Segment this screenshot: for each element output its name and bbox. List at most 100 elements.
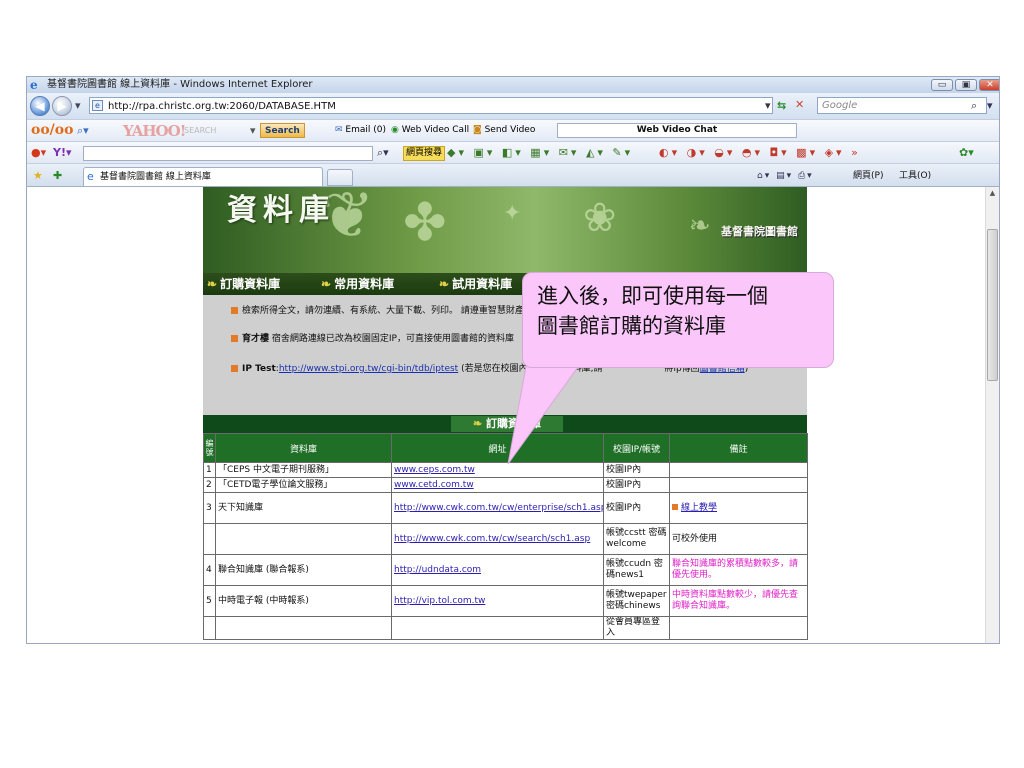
toolbar-logo-icon[interactable]: ●▾	[31, 145, 46, 161]
search-dropdown-icon[interactable]: ▾	[987, 98, 993, 114]
library-name: 基督書院圖書館	[721, 225, 798, 238]
menu-trial[interactable]: ❧ 試用資料庫	[439, 276, 512, 292]
cell-url-text[interactable]: www.ceps.com.tw	[394, 465, 475, 475]
menu-subscribed[interactable]: ❧ 訂購資料庫	[207, 276, 280, 292]
page-menu[interactable]: 網頁(P)	[853, 170, 883, 182]
cell-access-text: 帳號ccudn 密碼news1	[606, 559, 663, 580]
table-row: 2 「CETD電子學位論文服務」 www.cetd.com.tw 校園IP內	[203, 477, 808, 493]
scroll-thumb[interactable]	[987, 229, 998, 381]
web-video-call-link[interactable]: ◉ Web Video Call	[391, 124, 469, 137]
bullet-icon	[231, 335, 238, 342]
search-icon[interactable]: ⌕	[971, 98, 977, 114]
menu-label: 訂購資料庫	[220, 277, 281, 291]
cell-no	[203, 523, 216, 555]
table-row: 5 中時電子報 (中時報系) http://vip.tol.com.tw 帳號twep…	[203, 585, 808, 617]
table-row: 3 天下知識庫 http://www.cwk.com.tw/cw/enterpris…	[203, 492, 808, 524]
cell-url[interactable]	[391, 616, 604, 640]
cell-name: 聯合知識庫 (聯合報系)	[215, 554, 392, 586]
tools-menu[interactable]: 工具(O)	[899, 170, 931, 182]
stop-icon[interactable]: ✕	[795, 97, 804, 113]
send-video-link[interactable]: ◙ Send Video	[473, 124, 535, 137]
new-tab-button[interactable]	[327, 169, 353, 186]
toolbar-icons-group-1[interactable]: ◆▾ ▣▾ ◧▾ ▦▾ ✉▾ ◭▾ ✎▾	[447, 145, 633, 161]
refresh-icon[interactable]: ⇆	[777, 98, 786, 114]
toolbar-search-input[interactable]	[83, 146, 373, 161]
tab-label: 基督書院圖書館 線上資料庫	[100, 172, 211, 182]
address-row: ◀ ▶ ▾ e http://rpa.christc.org.tw:2060/D…	[27, 93, 999, 119]
cell-url-text[interactable]: http://www.cwk.com.tw/cw/enterprise/sch1…	[394, 503, 603, 513]
toolbar-icons-group-2[interactable]: ◐▾ ◑▾ ◒▾ ◓▾ ◘▾ ▩▾ ◈▾ »	[659, 145, 861, 161]
cell-note-text[interactable]: 線上教學	[681, 503, 717, 513]
magnifier-icon[interactable]: ⌕▾	[377, 145, 389, 161]
cell-name: 天下知識庫	[215, 492, 392, 524]
title-bar: e 基督書院圖書館 線上資料庫 - Windows Internet Explo…	[27, 77, 999, 93]
notice-line-1: 檢索所得全文，請勿連續、有系統、大量下載、列印。 請遵重智慧財產	[231, 305, 524, 317]
leaf-icon: ❧	[689, 211, 711, 241]
email-link[interactable]: ✉ Email (0)	[335, 124, 386, 137]
magnifier-icon[interactable]: ⌕▾	[77, 123, 89, 139]
cell-url[interactable]: http://vip.tol.com.tw	[391, 585, 604, 617]
cell-note	[669, 477, 808, 493]
leaf-icon: ✤	[403, 193, 447, 253]
bullet-icon	[231, 365, 238, 372]
web-search-button[interactable]: 網頁搜尋	[403, 146, 446, 161]
cell-note: 可校外使用	[669, 523, 808, 555]
page-icon: e	[92, 100, 103, 111]
cell-url[interactable]: http://udndata.com	[391, 554, 604, 586]
cell-name-text: 「CETD電子學位論文服務」	[218, 479, 333, 490]
oovoo-logo[interactable]: oo/oo	[31, 122, 73, 138]
add-favorites-icon[interactable]: ✚	[53, 168, 62, 184]
vertical-scrollbar[interactable]: ▲	[985, 187, 999, 643]
notice-bold: IP Test	[242, 364, 276, 374]
yahoo-toolbar: oo/oo ⌕▾ YAHOO! SEARCH ▾ Search ✉ Email …	[27, 119, 999, 142]
globe-icon: ◉	[391, 125, 402, 135]
cell-url-text[interactable]: http://vip.tol.com.tw	[394, 596, 485, 606]
cell-access-text: 從會員專區登入	[606, 617, 661, 639]
search-input[interactable]: Google	[817, 97, 987, 114]
scroll-up-icon[interactable]: ▲	[986, 189, 999, 197]
search-dropdown-icon[interactable]: ▾	[250, 123, 256, 139]
web-video-call-label: Web Video Call	[401, 125, 470, 135]
web-video-chat-field[interactable]: Web Video Chat	[557, 123, 797, 138]
history-dropdown-icon[interactable]: ▾	[75, 98, 81, 114]
tab-active[interactable]: e 基督書院圖書館 線上資料庫	[83, 167, 323, 186]
bullet-icon	[231, 307, 238, 314]
address-url: http://rpa.christc.org.tw:2060/DATABASE.…	[108, 101, 336, 112]
cell-url-text[interactable]: http://udndata.com	[394, 565, 481, 575]
address-bar[interactable]: e http://rpa.christc.org.tw:2060/DATABAS…	[89, 97, 773, 114]
yahoo-logo[interactable]: YAHOO!	[123, 122, 186, 140]
cell-access: 帳號ccudn 密碼news1	[603, 554, 670, 586]
maximize-button[interactable]: ▣	[955, 79, 977, 91]
cell-name	[215, 523, 392, 555]
forward-button[interactable]: ▶	[52, 96, 72, 116]
cell-access-text: 校園IP內	[606, 479, 642, 490]
yahoo-y-icon[interactable]: Y!▾	[53, 145, 72, 161]
ip-test-link[interactable]: http://www.stpi.org.tw/cgi-bin/tdb/iptes…	[279, 364, 458, 374]
back-button[interactable]: ◀	[30, 96, 50, 116]
extension-icon[interactable]: ✿▾	[959, 145, 974, 161]
cell-access: 從會員專區登入	[603, 616, 670, 640]
cell-url[interactable]: http://www.cwk.com.tw/cw/enterprise/sch1…	[391, 492, 604, 524]
address-dropdown-icon[interactable]: ▾	[765, 98, 771, 114]
cell-url[interactable]: http://www.cwk.com.tw/cw/search/sch1.asp	[391, 523, 604, 555]
cell-url-text[interactable]: www.cetd.com.tw	[394, 480, 474, 490]
cell-note[interactable]: 線上教學	[669, 492, 808, 524]
leaf-bullet-icon: ❧	[207, 277, 218, 291]
favorites-star-icon[interactable]: ★	[33, 168, 43, 184]
close-button[interactable]: ✕	[979, 79, 999, 91]
cell-note: 中時資料庫點數較少，請優先查詢聯合知識庫。	[669, 585, 808, 617]
menu-common[interactable]: ❧ 常用資料庫	[321, 276, 394, 292]
cell-note	[669, 462, 808, 478]
minimize-button[interactable]: ▭	[931, 79, 953, 91]
cell-access: 帳號ccstt 密碼welcome	[603, 523, 670, 555]
leaf-icon: ❀	[583, 195, 617, 241]
menu-label: 常用資料庫	[334, 277, 395, 291]
cell-url[interactable]: www.cetd.com.tw	[391, 477, 604, 493]
yahoo-search-button[interactable]: Search	[260, 123, 305, 138]
cell-url-text[interactable]: http://www.cwk.com.tw/cw/search/sch1.asp	[394, 534, 590, 544]
callout-bubble: 進入後，即可使用每一個 圖書館訂購的資料庫	[522, 272, 834, 368]
command-icons[interactable]: ⌂▾ ▤▾ ⎙▾	[757, 170, 814, 182]
banner-title: 資料庫	[227, 193, 335, 228]
tab-page-icon: e	[87, 170, 94, 183]
leaf-bullet-icon: ❧	[472, 417, 487, 430]
